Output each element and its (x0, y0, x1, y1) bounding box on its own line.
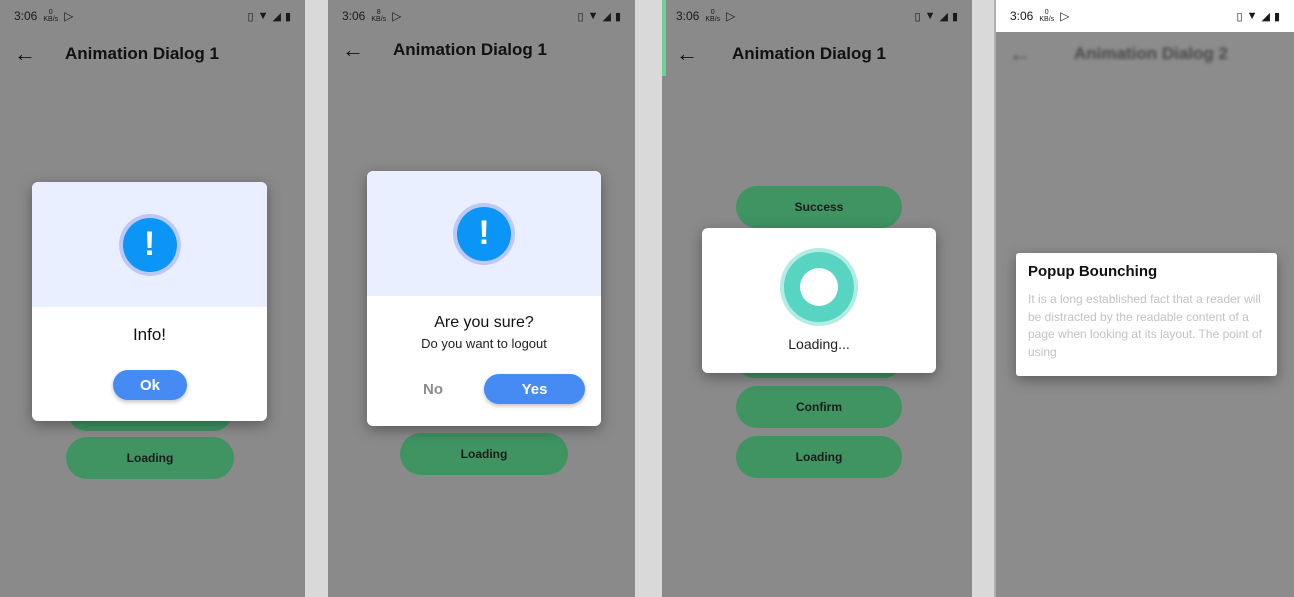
signal-icon: ◢ (272, 10, 281, 23)
dialog-title: Are you sure? (434, 314, 534, 331)
dialog-title: Info! (132, 325, 167, 344)
screen-popup-dialog: 3:06 0 KB/s ▷ ▯ ▼ ◢ ▮ ← Animation Dialog … (994, 0, 1294, 597)
wifi-icon: ▼ (1246, 10, 1258, 22)
dialog-header: ! (32, 182, 267, 307)
loading-spinner-icon (784, 252, 854, 322)
loading-label: Loading... (788, 336, 850, 352)
yes-button[interactable]: Yes (484, 374, 585, 404)
vibrate-icon: ▯ (577, 10, 584, 23)
signal-icon: ◢ (1261, 10, 1270, 23)
vibrate-icon: ▯ (1236, 10, 1243, 23)
dialog-body: It is a long established fact that a rea… (1028, 292, 1262, 359)
status-time: 3:06 (342, 9, 366, 23)
status-time: 3:06 (676, 9, 700, 23)
info-dialog: ! Info! Ok (32, 182, 267, 421)
app-bar: ← Animation Dialog 2 (996, 34, 1294, 74)
wifi-icon: ▼ (924, 10, 936, 22)
wifi-icon: ▼ (257, 10, 269, 22)
back-arrow-icon[interactable]: ← (662, 41, 712, 67)
alert-icon: ! (118, 213, 181, 276)
signal-icon: ◢ (602, 10, 611, 23)
screen-loading-dialog: 3:06 0 KB/s ▷ ▯ ▼ ◢ ▮ ← Animation Dialog … (662, 0, 972, 597)
confirm-button[interactable]: Confirm (736, 386, 902, 428)
battery-icon: ▮ (951, 10, 958, 23)
alert-icon: ! (453, 202, 515, 265)
loading-button[interactable]: Loading (400, 433, 568, 475)
success-button[interactable]: Success (736, 186, 902, 228)
vibrate-icon: ▯ (247, 10, 254, 23)
app-bar: ← Animation Dialog 1 (328, 30, 635, 70)
page-title: Animation Dialog 1 (393, 40, 547, 59)
dialog-message: Do you want to logout (421, 336, 547, 351)
screen-separator (972, 0, 994, 597)
screen-info-dialog: 3:06 0 KB/s ▷ ▯ ▼ ◢ ▮ ← Animation Dialog … (0, 0, 305, 597)
network-speed: 8 KB/s (371, 9, 387, 23)
battery-icon: ▮ (614, 10, 621, 23)
no-button[interactable]: No (403, 374, 463, 404)
status-bar: 3:06 8 KB/s ▷ ▯ ▼ ◢ ▮ (328, 0, 635, 32)
dialog-title: Popup Bounching (1028, 263, 1158, 280)
loading-dialog: Loading... (702, 228, 936, 373)
wifi-icon: ▼ (587, 10, 599, 22)
back-arrow-icon[interactable]: ← (996, 41, 1044, 67)
play-store-icon: ▷ (392, 9, 402, 23)
network-speed: 0 KB/s (705, 9, 721, 23)
page-title: Animation Dialog 1 (732, 44, 886, 63)
loading-button[interactable]: Loading (736, 436, 902, 478)
network-speed: 0 KB/s (43, 9, 59, 23)
screen-separator (635, 0, 662, 597)
screen-separator (305, 0, 328, 597)
status-bar: 3:06 0 KB/s ▷ ▯ ▼ ◢ ▮ (996, 0, 1294, 32)
confirm-dialog: ! Are you sure? Do you want to logout No… (367, 171, 601, 426)
popup-dialog: Popup Bounching It is a long established… (1016, 253, 1277, 376)
app-bar: ← Animation Dialog 1 (0, 34, 305, 74)
signal-icon: ◢ (939, 10, 948, 23)
dialog-header: ! (367, 171, 601, 296)
status-time: 3:06 (14, 9, 38, 23)
screen-confirm-dialog: 3:06 8 KB/s ▷ ▯ ▼ ◢ ▮ ← Animation Dialog … (328, 0, 635, 597)
vibrate-icon: ▯ (914, 10, 921, 23)
play-store-icon: ▷ (64, 9, 74, 23)
status-time: 3:06 (1010, 9, 1034, 23)
status-bar: 3:06 0 KB/s ▷ ▯ ▼ ◢ ▮ (0, 0, 305, 32)
loading-button[interactable]: Loading (66, 437, 234, 479)
back-arrow-icon[interactable]: ← (328, 37, 378, 63)
ok-button[interactable]: Ok (113, 370, 187, 400)
play-store-icon: ▷ (726, 9, 736, 23)
battery-icon: ▮ (1273, 10, 1280, 23)
battery-icon: ▮ (284, 10, 291, 23)
page-title: Animation Dialog 1 (65, 44, 219, 63)
play-store-icon: ▷ (1060, 9, 1070, 23)
app-bar: ← Animation Dialog 1 (662, 34, 972, 74)
back-arrow-icon[interactable]: ← (0, 41, 50, 67)
page-title: Animation Dialog 2 (1074, 44, 1228, 63)
network-speed: 0 KB/s (1039, 9, 1055, 23)
status-bar: 3:06 0 KB/s ▷ ▯ ▼ ◢ ▮ (662, 0, 972, 32)
